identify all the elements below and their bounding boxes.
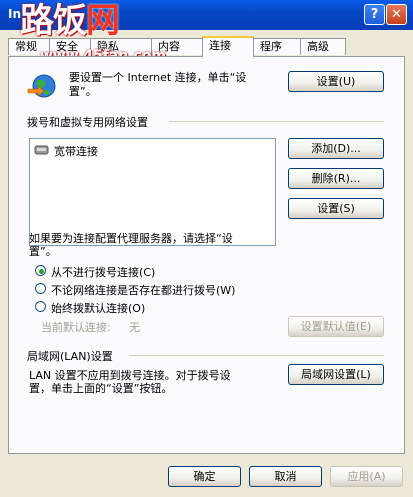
connection-name: 宽带连接 [54,145,98,158]
close-button[interactable]: ✕ [386,4,407,25]
default-connection-value: 无 [129,321,140,334]
settings-button[interactable]: 设置(S) [288,198,384,219]
lan-text-line2: 置，单击上面的“设置”按钮。 [29,382,173,395]
tab-advanced[interactable]: 高级 [300,38,346,55]
watermark-logo: 路饭网 [20,1,120,41]
help-button[interactable]: ? [364,4,385,25]
tab-programs[interactable]: 程序 [253,38,301,55]
cancel-button[interactable]: 取消 [249,466,322,487]
apply-button[interactable]: 应用(A) [330,466,403,487]
remove-button[interactable]: 删除(R)... [288,168,384,189]
setup-button[interactable]: 设置(U) [288,71,384,92]
watermark-logo-part1: 路 [20,1,54,41]
radio-circle [35,283,46,294]
radio-label: 不论网络连接是否存在都进行拨号(W) [51,284,236,297]
connection-icon [34,143,50,156]
radio-circle [35,265,46,276]
ok-button[interactable]: 确定 [168,466,241,487]
set-default-button[interactable]: 设置默认值(E) [288,316,384,337]
radio-circle [35,301,46,312]
watermark-logo-part3: 网 [86,1,120,41]
proxy-hint-line2: 置”。 [29,245,57,258]
connections-panel: 要设置一个 Internet 连接，单击“设 置”。 设置(U) 拨号和虚拟专用… [8,56,405,454]
proxy-hint-line1: 如果要为连接配置代理服务器，请选择“设 [29,232,233,245]
lan-group-title: 局域网(LAN)设置 [27,350,113,363]
dialup-group-title: 拨号和虚拟专用网络设置 [27,116,148,129]
setup-text-line2: 置”。 [69,85,97,98]
add-button[interactable]: 添加(D)... [288,138,384,159]
default-connection-label: 当前默认连接: [41,321,111,334]
radio-label: 始终拨默认连接(O) [51,302,146,315]
radio-label: 从不进行拨号连接(C) [51,266,156,279]
divider [129,355,384,356]
radio-dot [39,269,44,274]
tab-connections[interactable]: 连接 [202,36,254,57]
globe-icon [27,73,57,101]
divider [169,121,384,122]
lan-settings-button[interactable]: 局域网设置(L) [288,364,384,385]
watermark-logo-part2: 饭 [53,1,87,41]
